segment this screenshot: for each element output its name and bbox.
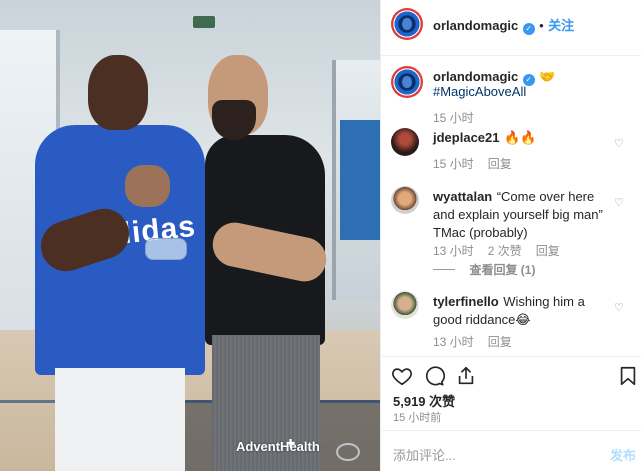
comment-text: 🔥🔥 — [503, 130, 537, 145]
comment: jdeplace21 🔥🔥 — [433, 129, 608, 147]
handshake — [125, 165, 170, 207]
team-logo-mark — [336, 443, 360, 461]
verified-icon: ✓ — [522, 23, 535, 35]
reply-button[interactable]: 回复 — [488, 335, 512, 349]
caption-hashtag[interactable]: #MagicAboveAll — [433, 84, 526, 99]
comment-time[interactable]: 13 小时 — [433, 335, 474, 349]
post-comment-button[interactable]: 发布 — [610, 445, 636, 464]
comment-icon[interactable] — [423, 365, 445, 387]
post-header: orlandomagic ✓ • 关注 — [381, 0, 641, 56]
bookmark-icon[interactable] — [617, 365, 639, 387]
author-username[interactable]: orlandomagic — [433, 18, 518, 33]
comment: wyattalan “Come over here and explain yo… — [433, 188, 611, 242]
photo-watermark: AdventHealth — [236, 439, 320, 454]
comment: tylerfinello Wishing him a good riddance… — [433, 293, 608, 329]
comment-like-icon[interactable]: ♡ — [614, 301, 624, 314]
view-replies-label[interactable]: 查看回复 (1) — [469, 263, 535, 277]
comment-like-icon[interactable]: ♡ — [614, 137, 624, 150]
exit-sign — [193, 16, 215, 28]
caption-author-avatar[interactable] — [391, 66, 423, 98]
comment-username[interactable]: jdeplace21 — [433, 130, 500, 145]
post-actions — [381, 356, 641, 396]
like-count[interactable]: 5,919 次赞 — [393, 391, 455, 410]
player-left-head — [88, 55, 148, 130]
caption-author-username[interactable]: orlandomagic — [433, 69, 518, 84]
player-left-shorts — [55, 368, 185, 471]
comment-meta: 13 小时 回复 — [433, 333, 526, 350]
reply-button[interactable]: 回复 — [488, 157, 512, 171]
add-comment-bar: 添加评论... 发布 — [381, 430, 641, 471]
heart-icon[interactable] — [391, 365, 413, 387]
view-replies[interactable]: 查看回复 (1) — [433, 261, 535, 279]
post-sidebar: orlandomagic ✓ • 关注 orlandomagic ✓ 🤝 #Ma… — [380, 0, 641, 471]
commenter-avatar[interactable] — [391, 186, 419, 214]
comment-time[interactable]: 13 小时 — [433, 244, 474, 258]
water-bottle — [145, 238, 187, 260]
reply-button[interactable]: 回复 — [536, 244, 560, 258]
commenter-avatar[interactable] — [391, 128, 419, 156]
author-avatar[interactable] — [391, 8, 423, 40]
post-timestamp[interactable]: 15 小时前 — [393, 409, 441, 425]
share-icon[interactable] — [455, 365, 477, 387]
follow-button[interactable]: 关注 — [548, 18, 574, 33]
comment-username[interactable]: wyattalan — [433, 189, 492, 204]
post-photo[interactable]: adidas AdventHealth ✚ — [0, 0, 380, 471]
commenter-avatar[interactable] — [391, 291, 419, 319]
cross-icon: ✚ — [286, 438, 296, 450]
caption-time[interactable]: 15 小时 — [433, 109, 474, 126]
replies-line — [433, 269, 455, 270]
comment-time[interactable]: 15 小时 — [433, 157, 474, 171]
wall-panel — [340, 120, 380, 240]
comment-meta: 15 小时 回复 — [433, 155, 526, 172]
comment-username[interactable]: tylerfinello — [433, 294, 499, 309]
caption-emoji: 🤝 — [539, 69, 556, 84]
separator-dot: • — [539, 18, 544, 33]
comment-input[interactable]: 添加评论... — [393, 445, 456, 464]
comment-meta: 13 小时 2 次赞 回复 — [433, 242, 574, 259]
comment-likes[interactable]: 2 次赞 — [488, 244, 522, 258]
comment-like-icon[interactable]: ♡ — [614, 196, 624, 209]
